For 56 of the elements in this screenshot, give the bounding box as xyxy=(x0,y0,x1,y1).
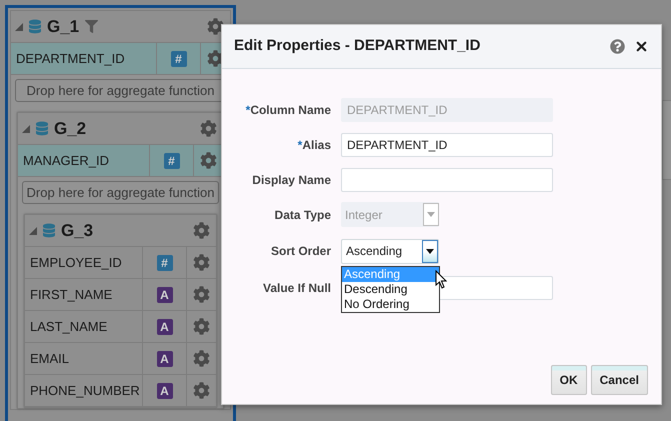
text-field[interactable]: DEPARTMENT_ID xyxy=(341,132,553,156)
field-name: LAST_NAME xyxy=(29,318,108,336)
field-row[interactable]: EMAIL A xyxy=(25,343,216,375)
dialog-button[interactable]: Cancel xyxy=(590,365,648,395)
caret-icon xyxy=(427,212,435,217)
dialog-title: Edit Properties - DEPARTMENT_ID xyxy=(234,36,480,56)
required-mark: * xyxy=(298,136,302,154)
database-icon xyxy=(36,121,48,136)
field-name: FIRST_NAME xyxy=(29,286,114,304)
field-row[interactable]: EMPLOYEE_ID # xyxy=(25,247,216,279)
expanded-triangle-icon[interactable] xyxy=(22,124,30,132)
expanded-triangle-icon[interactable] xyxy=(15,22,23,30)
field-row[interactable]: FIRST_NAME A xyxy=(25,279,216,311)
text-type-badge: A xyxy=(156,286,172,302)
dropdown-button[interactable] xyxy=(422,240,438,262)
number-type-badge: # xyxy=(164,152,180,168)
field-row[interactable]: PHONE_NUMBER A xyxy=(25,375,216,407)
group-title: G_2 xyxy=(54,118,86,140)
number-type-badge: # xyxy=(156,254,172,270)
group-title: G_1 xyxy=(47,16,80,38)
dropdown-option[interactable]: No Ordering xyxy=(342,296,439,312)
field-row[interactable]: LAST_NAME A xyxy=(25,311,216,343)
field-label: Column Name xyxy=(250,102,331,118)
text-field[interactable] xyxy=(341,168,553,192)
field-label: Display Name xyxy=(252,172,331,188)
field-label: Alias xyxy=(302,136,331,154)
field-name: EMAIL xyxy=(29,350,70,368)
dialog-button[interactable]: OK xyxy=(550,365,587,395)
field-name: MANAGER_ID xyxy=(22,152,110,170)
select-field[interactable]: Ascending xyxy=(341,238,439,264)
field-label: Sort Order xyxy=(270,243,331,260)
text-type-badge: A xyxy=(156,382,172,398)
help-icon[interactable] xyxy=(610,39,625,54)
select-value: Ascending xyxy=(345,243,404,260)
close-icon[interactable] xyxy=(634,39,649,54)
settings-icon[interactable] xyxy=(207,18,224,35)
field-label: Data Type xyxy=(274,206,331,224)
required-mark: * xyxy=(246,102,250,118)
expanded-triangle-icon[interactable] xyxy=(29,226,37,234)
database-icon xyxy=(29,19,41,34)
field-label: Value If Null xyxy=(262,280,331,296)
field-name: EMPLOYEE_ID xyxy=(29,254,123,272)
group-title: G_3 xyxy=(61,220,94,242)
field-name: PHONE_NUMBER xyxy=(29,382,141,400)
select-value: Integer xyxy=(344,206,384,224)
field-row[interactable]: MANAGER_ID # xyxy=(18,145,223,177)
text-type-badge: A xyxy=(156,318,172,334)
caret-icon xyxy=(426,248,434,254)
filter-icon[interactable] xyxy=(85,20,98,33)
field-name: DEPARTMENT_ID xyxy=(15,50,126,68)
dropdown-option[interactable]: Descending xyxy=(342,282,439,296)
text-type-badge: A xyxy=(156,350,172,366)
column-name-field: DEPARTMENT_ID xyxy=(341,98,553,122)
drop-zone: Drop here for aggregate function xyxy=(22,181,219,204)
database-icon xyxy=(43,223,55,238)
number-type-badge: # xyxy=(170,50,186,66)
